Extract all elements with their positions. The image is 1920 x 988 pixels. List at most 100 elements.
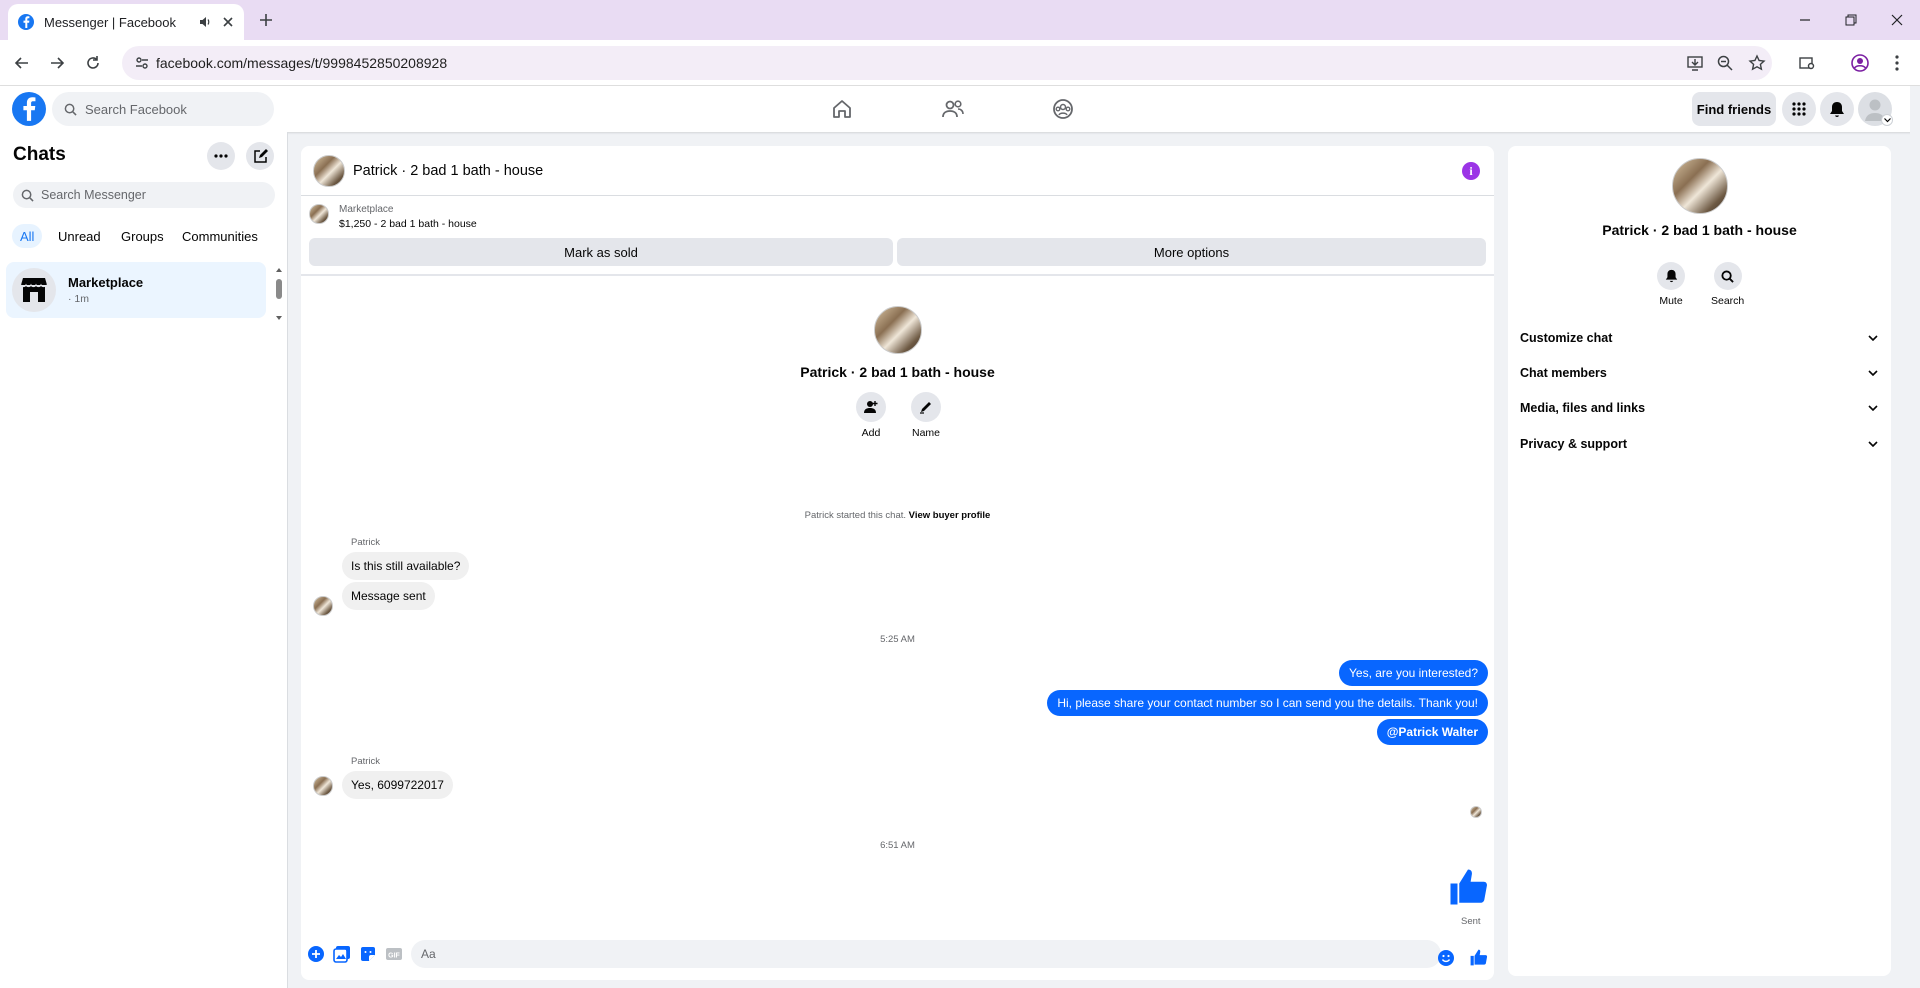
conversation-intro: Patrick · 2 bad 1 bath - house bbox=[301, 306, 1494, 380]
details-name: Patrick · 2 bad 1 bath - house bbox=[1602, 222, 1797, 238]
browser-tab[interactable]: Messenger | Facebook bbox=[8, 4, 244, 40]
pencil-icon bbox=[911, 392, 941, 422]
facebook-favicon-icon bbox=[18, 14, 34, 30]
sender-name: Patrick bbox=[351, 537, 381, 548]
new-message-icon[interactable] bbox=[246, 142, 274, 170]
listing-price: $1,250 - 2 bad 1 bath - house bbox=[339, 218, 477, 230]
incoming-message[interactable]: Message sent bbox=[342, 582, 435, 610]
search-conversation-button[interactable]: Search bbox=[1711, 262, 1744, 307]
browser-tab-bar: Messenger | Facebook bbox=[0, 0, 1920, 40]
sent-like-icon[interactable] bbox=[1447, 866, 1489, 908]
edit-name-button[interactable]: Name bbox=[911, 392, 941, 439]
reload-icon[interactable] bbox=[81, 51, 105, 75]
close-window-icon[interactable] bbox=[1882, 8, 1912, 32]
listing-photo[interactable] bbox=[313, 154, 345, 187]
image-icon[interactable] bbox=[333, 945, 351, 963]
outgoing-mention-message[interactable]: @Patrick Walter bbox=[1376, 719, 1488, 745]
restore-icon[interactable] bbox=[1836, 8, 1866, 32]
details-avatar bbox=[1672, 158, 1728, 214]
url-text: facebook.com/messages/t/9998452850208928 bbox=[156, 55, 448, 71]
minimize-icon[interactable] bbox=[1790, 8, 1820, 32]
menu-grid-icon[interactable] bbox=[1782, 92, 1816, 126]
filter-communities[interactable]: Communities bbox=[174, 224, 266, 248]
conversation-panel: Patrick · 2 bad 1 bath - house i Marketp… bbox=[301, 146, 1494, 980]
marketplace-store-icon bbox=[12, 268, 56, 312]
browser-toolbar: facebook.com/messages/t/9998452850208928 bbox=[0, 40, 1920, 86]
media-files-links-section[interactable]: Media, files and links bbox=[1520, 397, 1878, 419]
facebook-logo-icon[interactable] bbox=[12, 92, 46, 126]
groups-icon[interactable] bbox=[1048, 94, 1078, 124]
chevron-down-icon[interactable] bbox=[1881, 114, 1893, 126]
conversation-title[interactable]: Patrick · 2 bad 1 bath - house bbox=[353, 163, 543, 179]
add-person-icon bbox=[856, 392, 886, 422]
back-arrow-icon[interactable] bbox=[10, 51, 34, 75]
chevron-down-icon bbox=[1868, 370, 1878, 376]
chat-details-panel: Patrick · 2 bad 1 bath - house Mute Sear… bbox=[1508, 146, 1891, 976]
filter-all[interactable]: All bbox=[12, 224, 43, 248]
message-input[interactable]: Aa bbox=[411, 940, 1441, 968]
like-icon[interactable] bbox=[1469, 948, 1488, 967]
tab-title: Messenger | Facebook bbox=[44, 14, 176, 30]
sticker-icon[interactable] bbox=[359, 945, 377, 963]
zoom-icon[interactable] bbox=[1713, 51, 1737, 75]
listing-thumbnail bbox=[309, 204, 329, 224]
info-icon[interactable]: i bbox=[1462, 162, 1480, 180]
gif-icon[interactable]: GIF bbox=[385, 945, 403, 963]
mute-button[interactable]: Mute bbox=[1657, 262, 1685, 307]
conversation-header: Patrick · 2 bad 1 bath - house i bbox=[301, 146, 1494, 196]
install-app-icon[interactable] bbox=[1683, 51, 1707, 75]
view-buyer-profile-link[interactable]: View buyer profile bbox=[909, 510, 991, 521]
find-friends-button[interactable]: Find friends bbox=[1692, 92, 1776, 126]
friends-icon[interactable] bbox=[938, 94, 968, 124]
filter-groups[interactable]: Groups bbox=[113, 224, 172, 248]
sender-avatar[interactable] bbox=[313, 596, 333, 616]
close-tab-icon[interactable] bbox=[222, 16, 234, 28]
svg-text:GIF: GIF bbox=[388, 953, 400, 960]
search-icon bbox=[64, 103, 77, 116]
message-composer: GIF Aa bbox=[301, 932, 1494, 980]
chevron-down-icon bbox=[1868, 441, 1878, 447]
tab-search-icon[interactable] bbox=[1795, 51, 1819, 75]
chats-title: Chats bbox=[13, 144, 66, 165]
messenger-search-input[interactable]: Search Messenger bbox=[13, 182, 275, 208]
page-scrollbar[interactable] bbox=[1910, 86, 1920, 988]
profile-icon[interactable] bbox=[1848, 51, 1872, 75]
sender-avatar[interactable] bbox=[313, 776, 333, 796]
bell-icon bbox=[1657, 262, 1685, 290]
search-icon bbox=[1713, 262, 1742, 290]
outgoing-message[interactable]: Yes, are you interested? bbox=[1339, 660, 1488, 686]
more-options-icon[interactable] bbox=[207, 142, 235, 170]
new-tab-button[interactable] bbox=[254, 8, 278, 32]
marketplace-label: Marketplace bbox=[339, 204, 394, 215]
privacy-support-section[interactable]: Privacy & support bbox=[1520, 433, 1878, 455]
sender-name: Patrick bbox=[351, 756, 381, 767]
emoji-icon[interactable] bbox=[1437, 949, 1455, 967]
customize-chat-section[interactable]: Customize chat bbox=[1520, 327, 1878, 349]
chat-name: Marketplace bbox=[68, 275, 144, 290]
intro-name: Patrick · 2 bad 1 bath - house bbox=[800, 364, 995, 380]
notifications-bell-icon[interactable] bbox=[1820, 92, 1854, 126]
facebook-header: Search Facebook Find friends bbox=[0, 86, 1920, 132]
chat-list-item[interactable]: Marketplace · 1m bbox=[6, 262, 266, 318]
plus-circle-icon[interactable] bbox=[307, 945, 325, 963]
chevron-down-icon bbox=[1868, 405, 1878, 411]
bookmark-star-icon[interactable] bbox=[1745, 51, 1769, 75]
chat-members-section[interactable]: Chat members bbox=[1520, 362, 1878, 384]
incoming-message[interactable]: Is this still available? bbox=[342, 552, 470, 580]
site-settings-icon[interactable] bbox=[134, 55, 150, 71]
timestamp: 6:51 AM bbox=[880, 840, 915, 851]
marketplace-listing-bar: Marketplace $1,250 - 2 bad 1 bath - hous… bbox=[301, 196, 1494, 276]
incoming-message[interactable]: Yes, 6099722017 bbox=[342, 771, 453, 799]
mark-as-sold-button[interactable]: Mark as sold bbox=[309, 238, 893, 266]
speaker-icon[interactable] bbox=[198, 15, 212, 29]
outgoing-message[interactable]: Hi, please share your contact number so … bbox=[1047, 690, 1488, 716]
address-bar[interactable]: facebook.com/messages/t/9998452850208928 bbox=[122, 46, 1772, 80]
add-people-button[interactable]: Add bbox=[856, 392, 886, 439]
home-icon[interactable] bbox=[827, 94, 857, 124]
more-options-button[interactable]: More options bbox=[897, 238, 1486, 266]
facebook-search-input[interactable]: Search Facebook bbox=[52, 92, 274, 126]
chat-list-scrollbar[interactable] bbox=[274, 266, 284, 322]
filter-unread[interactable]: Unread bbox=[50, 224, 109, 248]
browser-menu-icon[interactable] bbox=[1885, 51, 1909, 75]
forward-arrow-icon[interactable] bbox=[45, 51, 69, 75]
